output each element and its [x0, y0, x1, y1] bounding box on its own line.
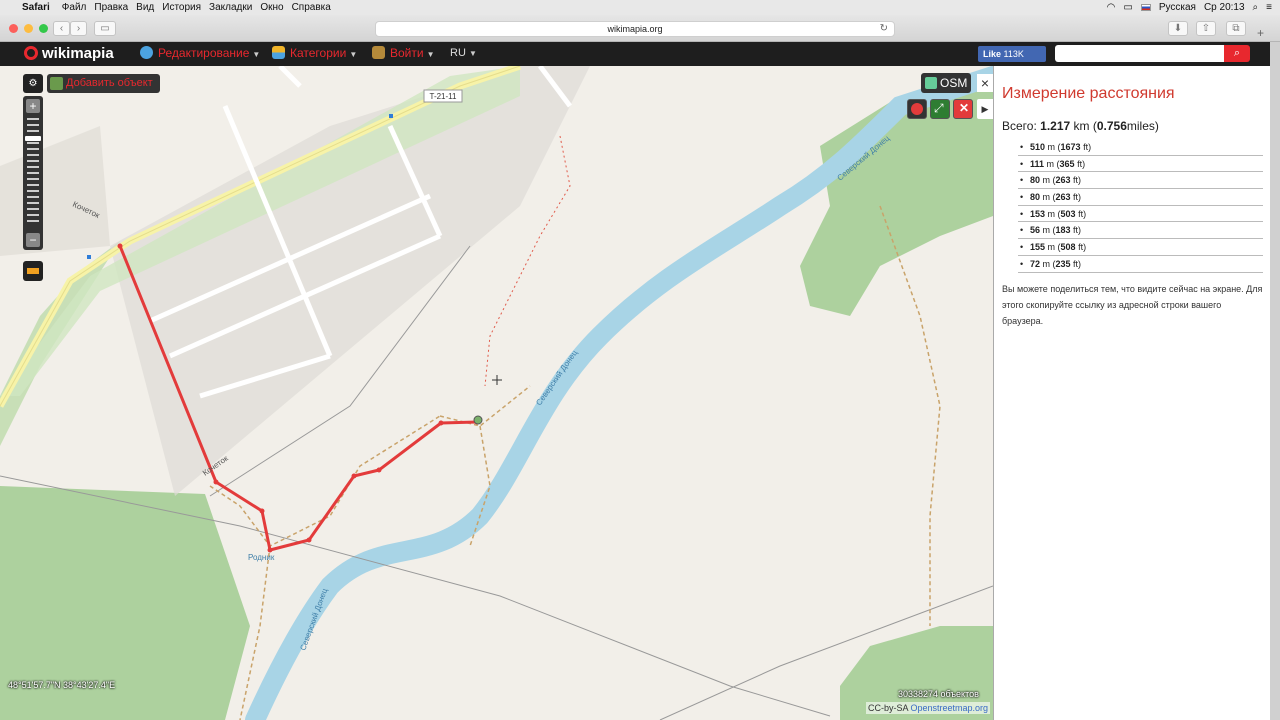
layers-button[interactable]: ⚙	[23, 74, 43, 93]
segment-item: 153 m (503 ft)	[1018, 206, 1263, 223]
language-select[interactable]: RU ▼	[450, 47, 477, 59]
menu-app-name[interactable]: Safari	[22, 2, 50, 13]
menu-edit[interactable]: Правка	[94, 2, 128, 13]
osm-attribution-link[interactable]: Openstreetmap.org	[911, 703, 989, 713]
url-text: wikimapia.org	[607, 24, 663, 34]
menu-view[interactable]: Вид	[136, 2, 154, 13]
zoom-control[interactable]: + −	[23, 96, 43, 250]
industrial-zone	[110, 66, 590, 496]
address-bar[interactable]: wikimapia.org ↻	[375, 21, 895, 37]
wifi-icon[interactable]: ◠	[1107, 2, 1116, 13]
industrial-zone-left	[0, 126, 110, 256]
list-icon[interactable]: ≡	[1266, 2, 1272, 13]
mac-menubar: Safari Файл Правка Вид История Закладки …	[0, 0, 1280, 15]
input-language[interactable]: Русская	[1159, 2, 1196, 13]
distance-total: Всего: 1.217 km (0.756miles)	[1002, 119, 1159, 133]
segment-item: 111 m (365 ft)	[1018, 156, 1263, 173]
segment-item: 56 m (183 ft)	[1018, 222, 1263, 240]
collapse-panel-button[interactable]: ▶	[977, 99, 993, 119]
object-count: 30338274 объектов	[898, 689, 979, 699]
road-ref-label: T-21-11	[430, 92, 458, 101]
facebook-like-button[interactable]: Like 113K	[978, 46, 1046, 62]
chevron-down-icon: ▼	[349, 50, 358, 59]
sidebar-button[interactable]: ▭	[94, 21, 116, 36]
search-icon[interactable]: ⌕	[1253, 2, 1259, 13]
display-icon[interactable]: ▭	[1123, 2, 1132, 13]
share-note: Вы можете поделиться тем, что видите сей…	[1002, 284, 1263, 326]
tabs-button[interactable]: ⧉	[1226, 21, 1246, 36]
ruler-remove-point-button[interactable]	[907, 99, 927, 119]
chevron-down-icon: ▼	[426, 50, 435, 59]
close-icon: ✕	[959, 101, 970, 115]
zoom-out-button[interactable]: −	[26, 233, 40, 247]
close-panel-button[interactable]: ×	[977, 74, 993, 92]
globe-icon	[140, 46, 153, 59]
forward-button[interactable]: ›	[70, 21, 87, 36]
search-icon: ⌕	[1233, 47, 1241, 59]
categories-icon	[272, 46, 285, 59]
reload-icon[interactable]: ↻	[880, 22, 888, 36]
share-button[interactable]: ⇧	[1196, 21, 1216, 36]
site-header: wikimapia Редактирование ▼ Категории ▼ Вой…	[0, 42, 1270, 66]
bus-stop-icon	[87, 255, 91, 259]
ruler-toggle-button[interactable]	[23, 261, 43, 281]
ruler-close-button[interactable]: ✕	[953, 99, 973, 119]
menu-window[interactable]: Окно	[260, 2, 283, 13]
search-button[interactable]: ⌕	[1224, 45, 1250, 62]
close-window-button[interactable]	[9, 24, 18, 33]
login-icon	[372, 46, 385, 59]
browser-toolbar: ‹ › ▭ wikimapia.org ↻ ⬇ ⇧ ⧉	[0, 15, 1280, 42]
minus-circle-icon	[911, 103, 923, 115]
panel-title: Измерение расстояния	[1002, 85, 1175, 102]
map-view[interactable]: T-21-11 Кочеток Кочеток Северский Донец …	[0, 66, 993, 720]
minimize-window-button[interactable]	[24, 24, 33, 33]
segment-item: 80 m (263 ft)	[1018, 189, 1263, 206]
segment-item: 155 m (508 ft)	[1018, 239, 1263, 256]
back-button[interactable]: ‹	[53, 21, 70, 36]
osm-layer-button[interactable]: OSM	[921, 73, 971, 93]
route-end-marker	[473, 415, 483, 425]
menu-help[interactable]: Справка	[292, 2, 331, 13]
crosshair-icon	[492, 375, 502, 385]
spring-label: Родник	[248, 553, 275, 562]
chevron-down-icon: ▼	[468, 49, 477, 58]
download-button[interactable]: ⬇	[1168, 21, 1188, 36]
logo-ring-icon	[24, 46, 38, 60]
chevron-down-icon: ▼	[252, 50, 261, 59]
ruler-fit-button[interactable]: ⤢	[930, 99, 950, 119]
ruler-icon	[27, 268, 39, 274]
segment-item: 80 m (263 ft)	[1018, 172, 1263, 190]
add-object-button[interactable]: Добавить объект	[47, 74, 160, 93]
map-canvas[interactable]: T-21-11 Кочеток Кочеток Северский Донец …	[0, 66, 993, 720]
flag-icon	[1140, 4, 1151, 11]
cursor-coordinates: 48°51'57.7"N 38°43'27.4"E	[8, 680, 116, 690]
menu-history[interactable]: История	[162, 2, 201, 13]
bus-stop-icon	[389, 114, 393, 118]
zoom-window-button[interactable]	[39, 24, 48, 33]
add-icon	[50, 77, 63, 90]
map-layer-icon	[925, 77, 937, 89]
window-edge	[1270, 42, 1280, 720]
zoom-slider-handle[interactable]	[25, 136, 41, 141]
segment-item: 510 m (1673 ft)	[1018, 139, 1263, 156]
clock[interactable]: Ср 20:13	[1204, 2, 1245, 13]
map-attribution: CC-by-SA Openstreetmap.org	[866, 702, 991, 714]
segment-list: 510 m (1673 ft) 111 m (365 ft) 80 m (263…	[1018, 139, 1263, 273]
new-tab-icon[interactable]: +	[1257, 26, 1269, 40]
nav-edit[interactable]: Редактирование ▼	[140, 46, 260, 60]
zoom-in-button[interactable]: +	[26, 99, 40, 113]
nav-login[interactable]: Войти ▼	[372, 46, 435, 60]
segment-item: 72 m (235 ft)	[1018, 256, 1263, 273]
wikimapia-logo[interactable]: wikimapia	[24, 45, 114, 62]
menu-file[interactable]: Файл	[62, 2, 87, 13]
chevron-right-icon: ▶	[981, 104, 989, 114]
search-input[interactable]	[1055, 45, 1225, 62]
gear-icon: ⚙	[28, 78, 38, 89]
menu-bookmarks[interactable]: Закладки	[209, 2, 252, 13]
expand-icon: ⤢	[934, 101, 944, 115]
menubar-status: ◠ ▭ Русская Ср 20:13 ⌕ ≡	[1107, 0, 1272, 15]
nav-categories[interactable]: Категории ▼	[272, 46, 357, 60]
distance-panel: Измерение расстояния Всего: 1.217 km (0.…	[993, 66, 1270, 720]
